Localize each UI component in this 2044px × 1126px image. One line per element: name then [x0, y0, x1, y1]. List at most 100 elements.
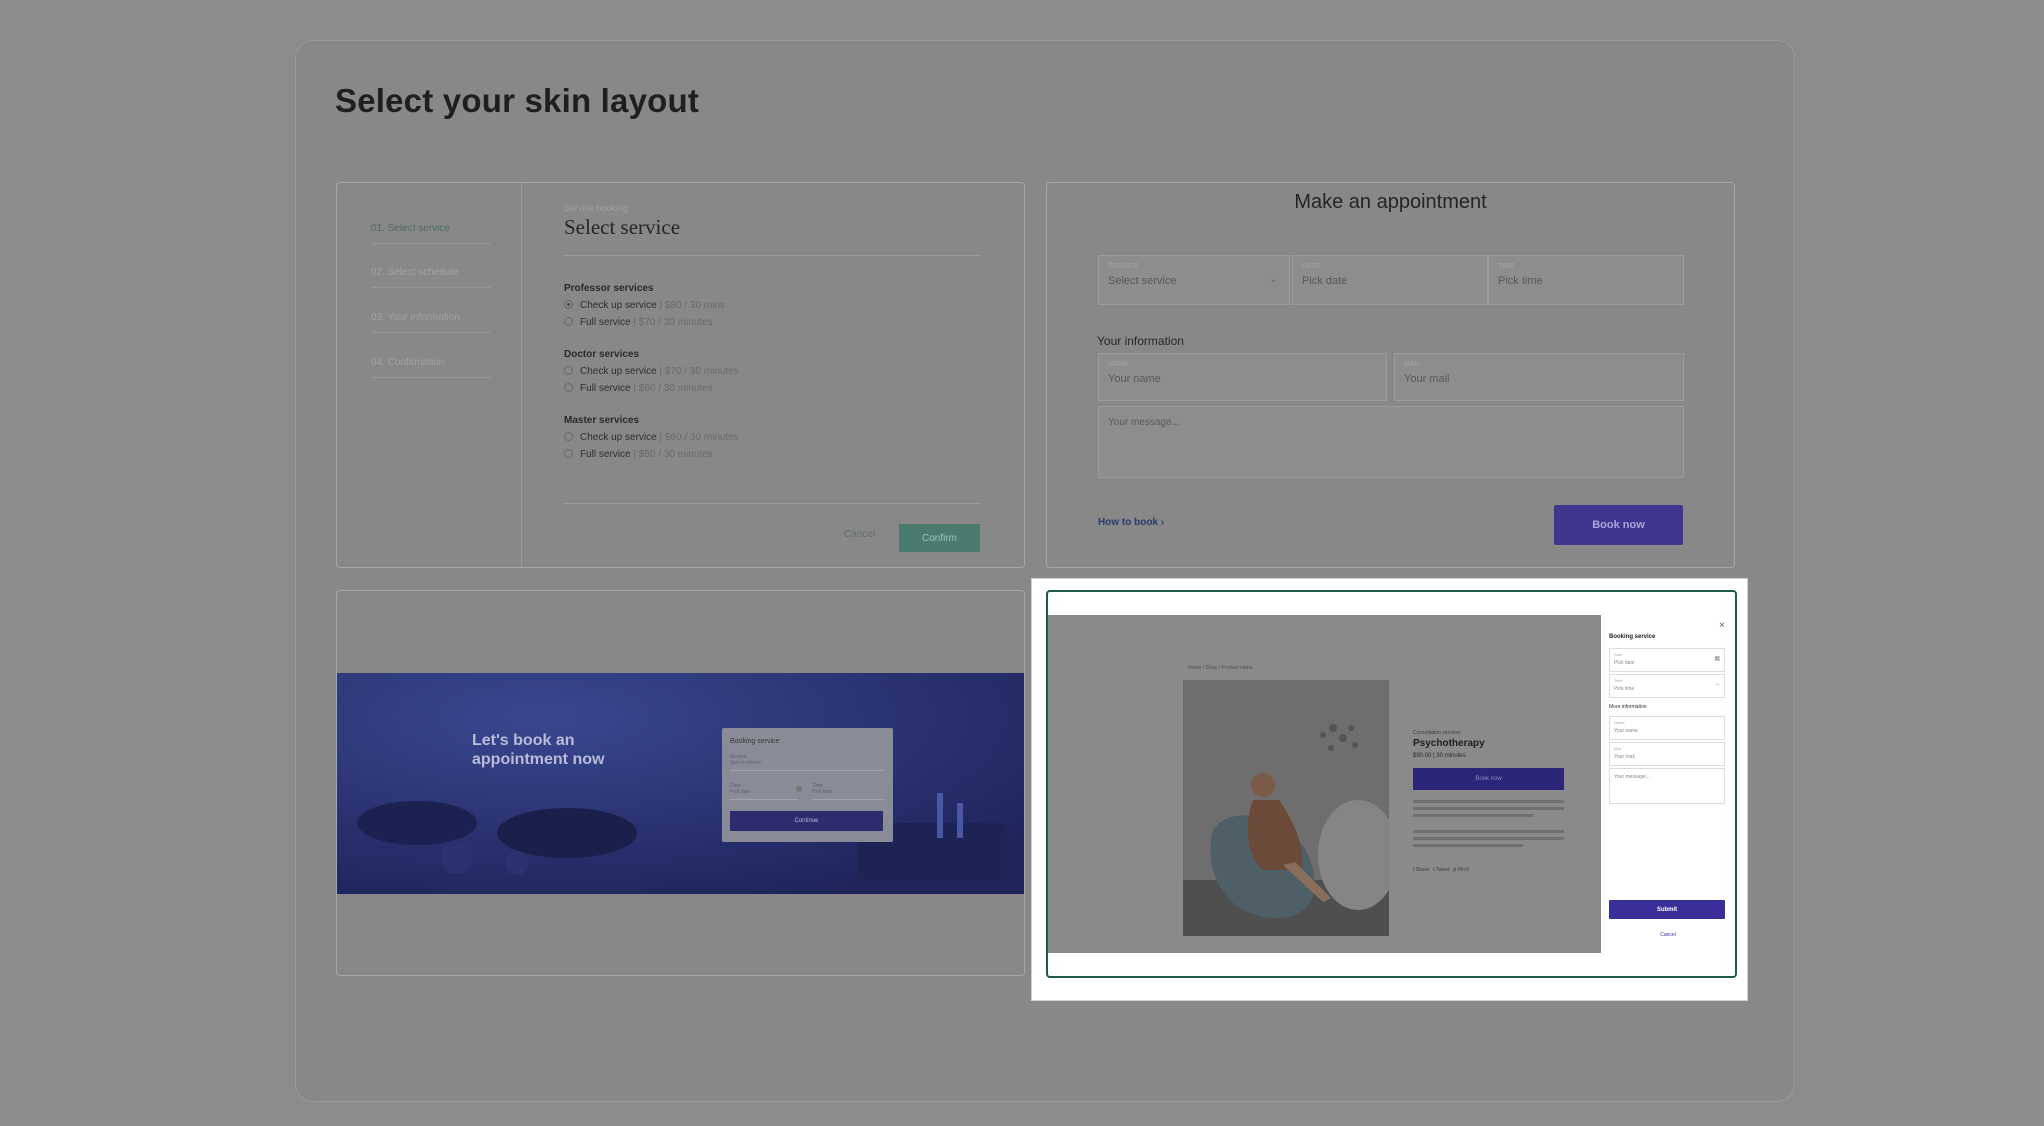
product-category: Consultation services — [1413, 730, 1461, 736]
field-value: Pick time — [1614, 686, 1635, 692]
mail-field: Mail Your mail — [1609, 742, 1725, 766]
option-label: Full service — [580, 317, 631, 328]
description-text — [1413, 800, 1564, 821]
radio-icon — [564, 449, 573, 458]
radio-icon — [564, 317, 573, 326]
headline-line: appointment now — [472, 751, 605, 768]
close-icon: × — [1719, 620, 1725, 631]
steps-sidebar: 01. Select service 02. Select schedule 0… — [337, 183, 522, 567]
share-links: f Share t Tweet p Pin it — [1413, 867, 1469, 873]
cancel-link: Cancel — [1660, 932, 1676, 938]
group-doctor: Doctor services — [564, 349, 640, 360]
field-label: TIME — [1498, 263, 1515, 270]
woman-in-beanbag-illustration — [1183, 680, 1389, 936]
name-field: Name Your name — [1609, 716, 1725, 740]
layout-option-4[interactable]: Home / Shop / Product name Consultation … — [1046, 590, 1737, 978]
field-value: Your name — [1614, 728, 1638, 734]
layout-option-1[interactable]: 01. Select service 02. Select schedule 0… — [336, 182, 1025, 568]
option-label: Full service — [580, 449, 631, 460]
field-value: Pick time — [812, 789, 833, 795]
radio-icon — [564, 300, 573, 309]
step-4: 04. Confirmation — [371, 357, 491, 378]
group-professor: Professor services — [564, 283, 654, 294]
banner-headline: Let's book an appointment now — [472, 731, 604, 769]
headline-line: Let's book an — [472, 732, 575, 749]
message-field: Your message... — [1098, 406, 1684, 478]
option-price: | $80 / 30 mins — [659, 300, 725, 311]
field-label: DATE — [1302, 263, 1321, 270]
date-field: Date Pick date — [730, 783, 798, 800]
booking-card: Booking service Service Select service Da… — [722, 728, 893, 842]
appointment-title: Make an appointment — [1294, 191, 1487, 213]
field-value: Select service — [1108, 275, 1177, 287]
service-select: Service Select service — [730, 754, 883, 771]
cancel-button: Cancel — [844, 529, 876, 540]
booking-title: Booking service — [730, 738, 780, 745]
field-value: Your mail — [1404, 373, 1450, 385]
option-price: | $70 / 30 minutes — [659, 366, 739, 377]
breadcrumb: Home / Shop / Product name — [1188, 665, 1253, 671]
option-label: Full service — [580, 383, 631, 394]
tweet-label: Tweet — [1436, 867, 1450, 873]
option-price: | $60 / 30 minutes — [633, 383, 713, 394]
field-placeholder: Your message... — [1614, 774, 1650, 780]
option-label: Check up service — [580, 432, 657, 443]
service-selection: Service booking Select service Professor… — [564, 183, 980, 567]
field-value: Select service — [730, 760, 762, 766]
option-professor-full: Full service | $70 / 30 minutes — [564, 317, 713, 328]
divider — [564, 255, 980, 256]
message-field: Your message... — [1609, 768, 1725, 804]
field-value: Your name — [1108, 373, 1161, 385]
field-label: Time — [1614, 678, 1623, 683]
service-booking-subtitle: Service booking — [564, 203, 629, 213]
product-photo — [1183, 680, 1389, 936]
chevron-down-icon: ⌄ — [1269, 274, 1277, 284]
chevron-right-icon: › — [1160, 517, 1165, 528]
option-price: | $50 / 30 minutes — [633, 449, 713, 460]
pinterest-icon: p — [1453, 867, 1457, 873]
option-label: Check up service — [580, 366, 657, 377]
facebook-icon: f — [1413, 867, 1415, 873]
divider — [564, 503, 980, 504]
dj-mixer-background — [337, 673, 1024, 894]
field-placeholder: Your message... — [1108, 417, 1180, 428]
name-field: NAME Your name — [1098, 353, 1387, 401]
description-text — [1413, 830, 1564, 851]
twitter-icon: t — [1433, 867, 1435, 873]
option-doctor-full: Full service | $60 / 30 minutes — [564, 383, 713, 394]
radio-icon — [564, 366, 573, 375]
booking-side-panel: × Booking service Date Pick date ▦ Time Pic… — [1601, 592, 1735, 976]
book-now-button: Book now — [1413, 768, 1564, 790]
field-label: Mail — [1614, 746, 1622, 751]
time-field: TIME Pick time — [1488, 255, 1684, 305]
page-title: Select your skin layout — [335, 82, 700, 119]
time-field: Time Pick time — [812, 783, 883, 800]
field-label: Name — [1614, 720, 1625, 725]
layout-option-3[interactable]: Let's book an appointment now Booking se… — [336, 590, 1025, 976]
link-label: How to book — [1098, 517, 1158, 528]
how-to-book-link: How to book › — [1098, 517, 1164, 528]
option-master-checkup: Check up service | $60 / 30 minutes — [564, 432, 739, 443]
radio-icon — [564, 383, 573, 392]
field-value: Pick date — [730, 789, 751, 795]
option-price: | $70 / 30 minutes — [633, 317, 713, 328]
product-name: Psychotherapy — [1413, 738, 1485, 749]
pin-label: Pin it — [1457, 867, 1469, 873]
field-label: Date — [1614, 652, 1623, 657]
layout-option-2[interactable]: Make an appointment SERVICE Select servi… — [1046, 182, 1735, 568]
option-price: | $60 / 30 minutes — [659, 432, 739, 443]
continue-button: Continue — [730, 811, 883, 831]
option-label: Check up service — [580, 300, 657, 311]
field-value: Your mail — [1614, 754, 1635, 760]
field-value: Pick date — [1302, 275, 1348, 287]
field-label: MAIL — [1404, 361, 1421, 368]
calendar-icon: ▦ — [1714, 656, 1720, 662]
group-master: Master services — [564, 415, 640, 426]
time-field: Time Pick time ⌄ — [1609, 674, 1725, 698]
radio-icon — [564, 432, 573, 441]
clock-icon — [796, 786, 802, 792]
booking-service-title: Booking service — [1609, 634, 1656, 640]
option-master-full: Full service | $50 / 30 minutes — [564, 449, 713, 460]
product-price: $90.00 | 30 minutes — [1413, 753, 1466, 759]
hero-banner: Let's book an appointment now Booking se… — [337, 673, 1024, 894]
